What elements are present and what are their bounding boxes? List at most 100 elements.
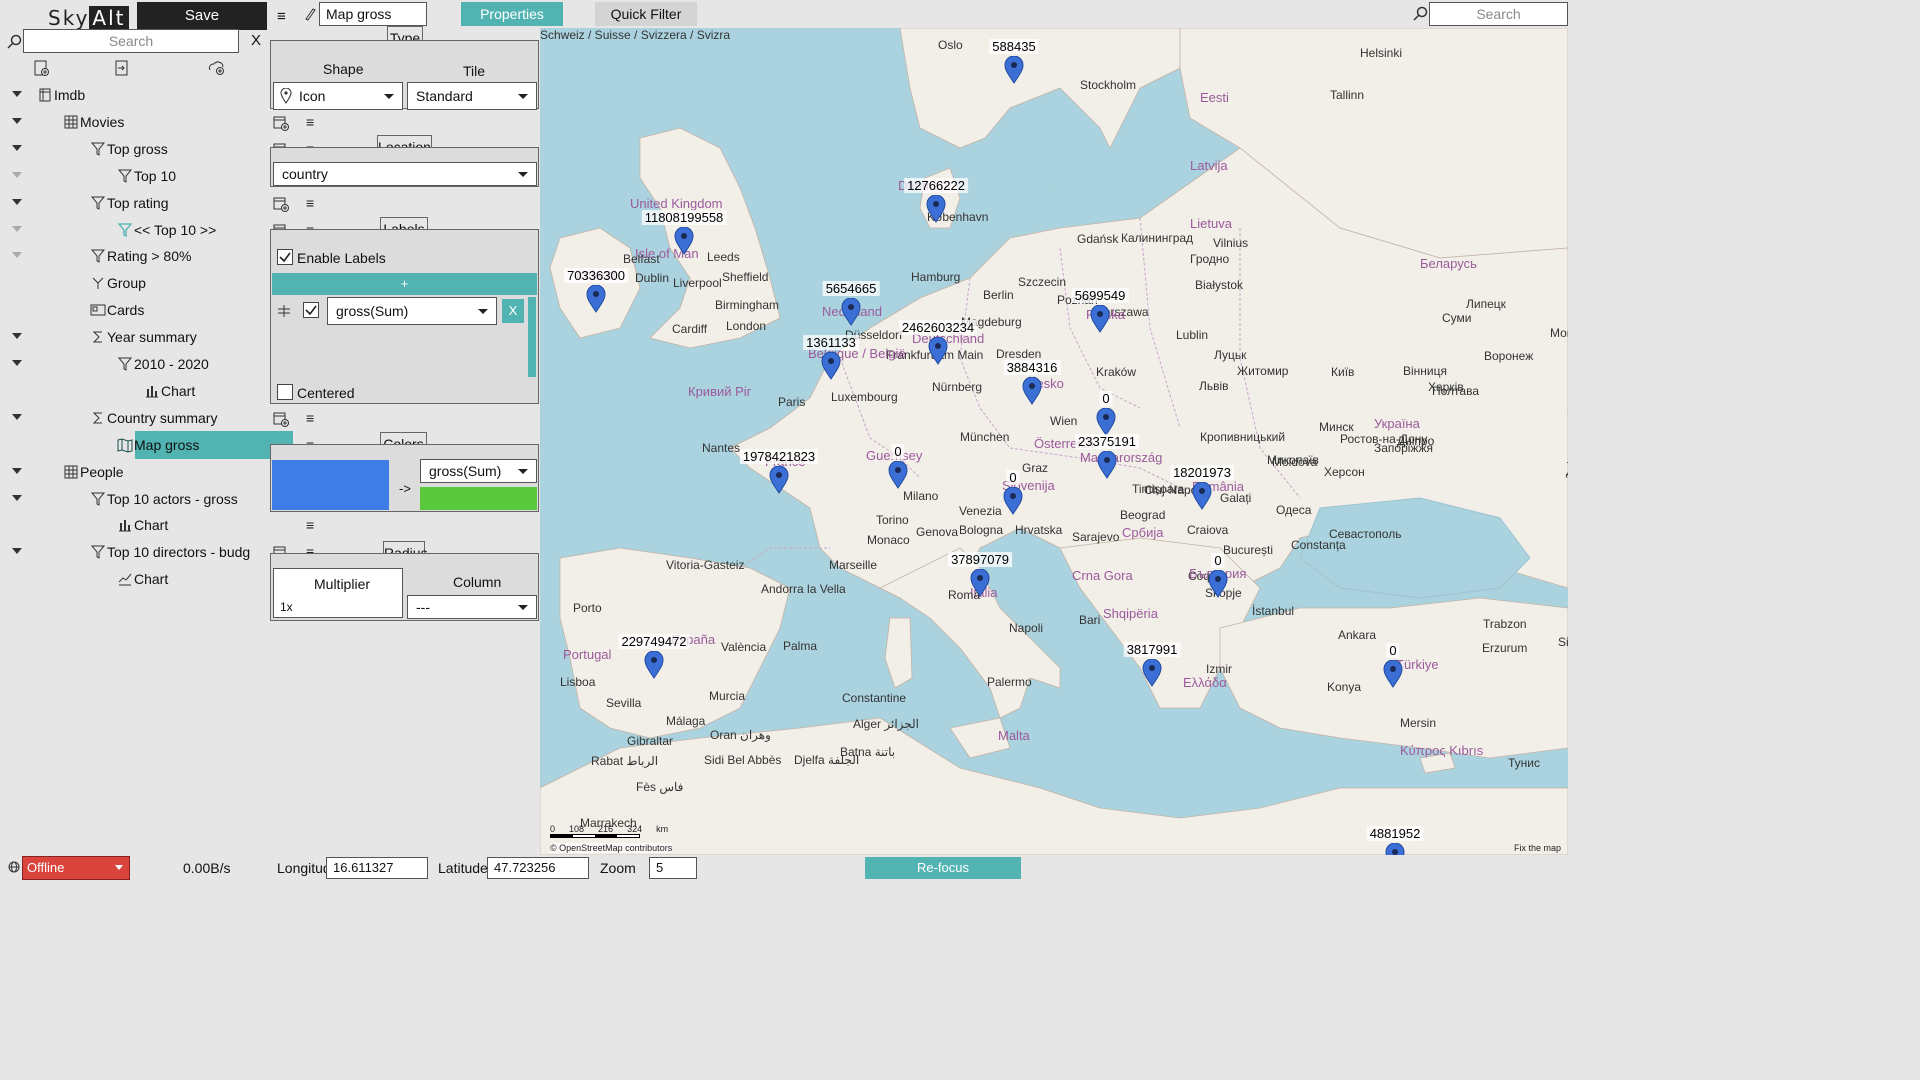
map-marker-pin-icon[interactable] — [644, 651, 664, 679]
scale-label-2: 216 — [598, 824, 614, 834]
scale-label-4: km — [656, 824, 669, 834]
map-marker-pin-icon[interactable] — [1004, 56, 1024, 84]
map-marker-label: 0 — [891, 444, 905, 459]
chevron-down-icon[interactable] — [12, 360, 22, 366]
color-from-swatch[interactable] — [272, 460, 389, 510]
map-marker-pin-icon[interactable] — [888, 461, 908, 489]
add-view-icon[interactable] — [273, 196, 289, 212]
clear-search-button[interactable]: X — [251, 32, 261, 49]
menu-icon[interactable]: ≡ — [306, 195, 314, 211]
left-search-input[interactable]: Search — [23, 29, 239, 53]
network-status-select[interactable]: Offline — [22, 856, 130, 880]
map-marker-pin-icon[interactable] — [928, 337, 948, 365]
map-marker-label: 0 — [1006, 470, 1020, 485]
map-marker-pin-icon[interactable] — [926, 195, 946, 223]
color-to-swatch[interactable] — [420, 487, 537, 510]
shape-select[interactable]: Icon — [273, 82, 403, 110]
map-marker-pin-icon[interactable] — [1208, 570, 1228, 598]
fix-map-link[interactable]: Fix the map — [1514, 843, 1561, 853]
add-view-icon[interactable] — [273, 115, 289, 131]
centered-label: Centered — [297, 385, 355, 401]
chevron-down-icon[interactable] — [12, 333, 22, 340]
drag-handle-icon[interactable] — [277, 304, 291, 318]
tile-select[interactable]: Standard — [407, 82, 537, 110]
tree-item-label: Top 10 directors - budg — [107, 544, 251, 561]
color-column-select[interactable]: gross(Sum) — [420, 459, 537, 483]
map-search-input[interactable]: Search — [1429, 2, 1568, 26]
chevron-down-icon[interactable] — [12, 467, 22, 474]
chart-icon — [117, 517, 133, 533]
add-label-button[interactable]: + — [272, 273, 537, 295]
map-marker-label: 0 — [1211, 553, 1225, 568]
chevron-down-icon[interactable] — [12, 91, 22, 97]
chevron-down-icon — [115, 865, 123, 870]
chevron-down-icon[interactable] — [12, 413, 22, 420]
enable-labels-checkbox[interactable] — [277, 249, 293, 265]
chevron-down-icon[interactable] — [12, 252, 22, 259]
map-marker-pin-icon[interactable] — [821, 352, 841, 380]
chevron-down-icon — [384, 94, 394, 99]
map-marker-pin-icon[interactable] — [1090, 305, 1110, 333]
view-name-input[interactable]: Map gross — [319, 2, 427, 26]
map-marker-pin-icon[interactable] — [1383, 660, 1403, 688]
zoom-label: Zoom — [600, 860, 636, 876]
chevron-down-icon[interactable] — [12, 225, 22, 232]
map-marker-label: 588435 — [989, 39, 1039, 54]
save-button[interactable]: Save — [137, 2, 267, 30]
latitude-input[interactable]: 47.723256 — [487, 857, 589, 879]
map-view[interactable]: Oslo Stockholm Helsinki Tallinn Eesti Latvija… — [540, 28, 1568, 855]
chevron-down-icon[interactable] — [12, 144, 22, 151]
map-marker-pin-icon[interactable] — [1385, 843, 1405, 855]
map-marker-pin-icon[interactable] — [1003, 487, 1023, 515]
tab-quick-filter[interactable]: Quick Filter — [595, 2, 697, 26]
map-marker-pin-icon[interactable] — [970, 569, 990, 597]
map-marker-pin-icon[interactable] — [1192, 482, 1212, 510]
map-marker-pin-icon[interactable] — [1142, 659, 1162, 687]
labels-scrollbar[interactable] — [528, 297, 536, 377]
map-marker-pin-icon[interactable] — [1096, 408, 1116, 436]
pin-icon — [280, 88, 292, 104]
map-markers: 588435 12766222 11808199558 70336300 5654665… — [540, 28, 1568, 855]
radius-column-select[interactable]: --- — [407, 595, 537, 619]
map-marker-pin-icon[interactable] — [1022, 377, 1042, 405]
add-file-icon[interactable] — [33, 60, 49, 76]
location-value: country — [282, 166, 328, 182]
remove-label-button[interactable]: X — [502, 299, 524, 323]
chevron-down-icon[interactable] — [12, 494, 22, 501]
longitude-input[interactable]: 16.611327 — [326, 857, 428, 879]
tree-item-label: Movies — [80, 113, 125, 130]
tree-item-label: Chart — [134, 517, 169, 534]
chevron-down-icon[interactable] — [12, 117, 22, 124]
zoom-input[interactable]: 5 — [649, 857, 697, 879]
centered-checkbox[interactable] — [277, 384, 293, 400]
menu-icon[interactable]: ≡ — [306, 517, 314, 533]
menu-icon[interactable]: ≡ — [306, 114, 314, 130]
add-remote-icon[interactable] — [207, 60, 225, 76]
chevron-down-icon[interactable] — [12, 198, 22, 205]
tree-item-label: Top gross — [107, 140, 168, 157]
location-select[interactable]: country — [273, 162, 537, 186]
tree-item-label: << Top 10 >> — [134, 221, 217, 238]
hamburger-icon[interactable]: ≡ — [277, 8, 286, 25]
map-marker-pin-icon[interactable] — [841, 298, 861, 326]
menu-icon[interactable]: ≡ — [306, 410, 314, 426]
map-marker-pin-icon[interactable] — [1097, 451, 1117, 479]
filter-icon — [90, 491, 106, 507]
chevron-down-icon[interactable] — [12, 548, 22, 555]
map-marker-pin-icon[interactable] — [586, 285, 606, 313]
refocus-button[interactable]: Re-focus — [865, 857, 1021, 879]
map-marker-label: 3884316 — [1003, 360, 1061, 375]
map-marker-pin-icon[interactable] — [674, 227, 694, 255]
map-marker-pin-icon[interactable] — [769, 466, 789, 494]
multiplier-field[interactable]: Multiplier 1x — [273, 568, 403, 618]
map-attribution[interactable]: © OpenStreetMap contributors — [550, 843, 673, 853]
label-item-checkbox[interactable] — [303, 302, 319, 318]
add-view-icon[interactable] — [273, 411, 289, 427]
tab-properties[interactable]: Properties — [461, 2, 563, 26]
import-icon[interactable] — [114, 60, 130, 76]
rename-icon[interactable] — [303, 6, 317, 22]
location-group: country — [270, 147, 539, 187]
chevron-down-icon[interactable] — [12, 171, 22, 178]
label-column-select[interactable]: gross(Sum) — [327, 297, 497, 325]
group-icon — [90, 275, 106, 291]
